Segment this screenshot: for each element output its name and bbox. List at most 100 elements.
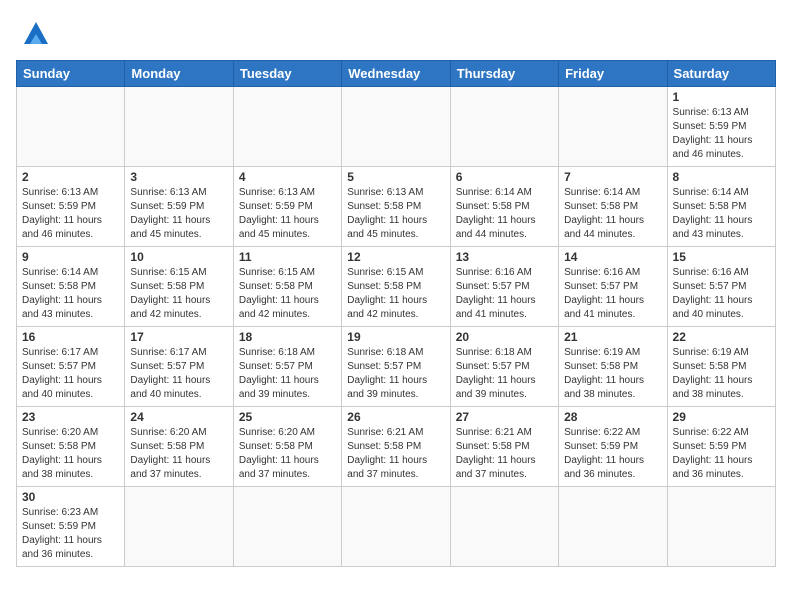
calendar-cell: 8 Sunrise: 6:14 AM Sunset: 5:58 PM Daylig… — [667, 167, 775, 247]
calendar-cell: 9 Sunrise: 6:14 AM Sunset: 5:58 PM Daylig… — [17, 247, 125, 327]
cell-sun-info: Sunrise: 6:14 AM Sunset: 5:58 PM Dayligh… — [456, 186, 553, 242]
calendar-week-row: 16 Sunrise: 6:17 AM Sunset: 5:57 PM Dayli… — [17, 327, 776, 407]
calendar-cell: 22 Sunrise: 6:19 AM Sunset: 5:58 PM Dayli… — [667, 327, 775, 407]
day-number: 19 — [347, 330, 444, 344]
calendar-cell — [559, 87, 667, 167]
day-number: 9 — [22, 250, 119, 264]
calendar-cell: 7Sunrise: 6:14 AM Sunset: 5:58 PM Daylig… — [559, 167, 667, 247]
cell-sun-info: Sunrise: 6:14 AM Sunset: 5:58 PM Dayligh… — [673, 186, 770, 242]
calendar-cell: 12 Sunrise: 6:15 AM Sunset: 5:58 PM Dayli… — [342, 247, 450, 327]
day-number: 25 — [239, 410, 336, 424]
calendar-cell — [233, 487, 341, 567]
calendar-cell: 13 Sunrise: 6:16 AM Sunset: 5:57 PM Dayli… — [450, 247, 558, 327]
cell-sun-info: Sunrise: 6:20 AM Sunset: 5:58 PM Dayligh… — [22, 426, 119, 482]
weekday-header-friday: Friday — [559, 61, 667, 87]
cell-sun-info: Sunrise: 6:17 AM Sunset: 5:57 PM Dayligh… — [22, 346, 119, 402]
calendar-cell: 3 Sunrise: 6:13 AM Sunset: 5:59 PM Daylig… — [125, 167, 233, 247]
calendar-week-row: 9 Sunrise: 6:14 AM Sunset: 5:58 PM Daylig… — [17, 247, 776, 327]
calendar-cell: 18 Sunrise: 6:18 AM Sunset: 5:57 PM Dayli… — [233, 327, 341, 407]
calendar-cell: 27 Sunrise: 6:21 AM Sunset: 5:58 PM Dayli… — [450, 407, 558, 487]
day-number: 10 — [130, 250, 227, 264]
cell-sun-info: Sunrise: 6:21 AM Sunset: 5:58 PM Dayligh… — [347, 426, 444, 482]
calendar-week-row: 23Sunrise: 6:20 AM Sunset: 5:58 PM Dayli… — [17, 407, 776, 487]
day-number: 15 — [673, 250, 770, 264]
day-number: 21 — [564, 330, 661, 344]
calendar-cell: 4 Sunrise: 6:13 AM Sunset: 5:59 PM Daylig… — [233, 167, 341, 247]
calendar-cell: 17Sunrise: 6:17 AM Sunset: 5:57 PM Dayli… — [125, 327, 233, 407]
logo — [16, 16, 52, 48]
day-number: 18 — [239, 330, 336, 344]
calendar-cell: 30Sunrise: 6:23 AM Sunset: 5:59 PM Dayli… — [17, 487, 125, 567]
calendar-cell — [125, 87, 233, 167]
cell-sun-info: Sunrise: 6:15 AM Sunset: 5:58 PM Dayligh… — [239, 266, 336, 322]
cell-sun-info: Sunrise: 6:13 AM Sunset: 5:59 PM Dayligh… — [239, 186, 336, 242]
page-header — [16, 16, 776, 48]
day-number: 24 — [130, 410, 227, 424]
cell-sun-info: Sunrise: 6:19 AM Sunset: 5:58 PM Dayligh… — [673, 346, 770, 402]
calendar-cell: 26 Sunrise: 6:21 AM Sunset: 5:58 PM Dayli… — [342, 407, 450, 487]
cell-sun-info: Sunrise: 6:15 AM Sunset: 5:58 PM Dayligh… — [347, 266, 444, 322]
cell-sun-info: Sunrise: 6:18 AM Sunset: 5:57 PM Dayligh… — [239, 346, 336, 402]
cell-sun-info: Sunrise: 6:21 AM Sunset: 5:58 PM Dayligh… — [456, 426, 553, 482]
cell-sun-info: Sunrise: 6:22 AM Sunset: 5:59 PM Dayligh… — [673, 426, 770, 482]
calendar-cell: 23Sunrise: 6:20 AM Sunset: 5:58 PM Dayli… — [17, 407, 125, 487]
day-number: 1 — [673, 90, 770, 104]
day-number: 4 — [239, 170, 336, 184]
calendar-cell: 29Sunrise: 6:22 AM Sunset: 5:59 PM Dayli… — [667, 407, 775, 487]
calendar-cell: 24 Sunrise: 6:20 AM Sunset: 5:58 PM Dayli… — [125, 407, 233, 487]
cell-sun-info: Sunrise: 6:16 AM Sunset: 5:57 PM Dayligh… — [456, 266, 553, 322]
calendar-cell — [450, 87, 558, 167]
calendar-cell: 20Sunrise: 6:18 AM Sunset: 5:57 PM Dayli… — [450, 327, 558, 407]
calendar-cell: 6 Sunrise: 6:14 AM Sunset: 5:58 PM Daylig… — [450, 167, 558, 247]
day-number: 16 — [22, 330, 119, 344]
day-number: 6 — [456, 170, 553, 184]
weekday-header-thursday: Thursday — [450, 61, 558, 87]
calendar-table: SundayMondayTuesdayWednesdayThursdayFrid… — [16, 60, 776, 567]
weekday-header-tuesday: Tuesday — [233, 61, 341, 87]
day-number: 22 — [673, 330, 770, 344]
calendar-cell: 28Sunrise: 6:22 AM Sunset: 5:59 PM Dayli… — [559, 407, 667, 487]
weekday-header-row: SundayMondayTuesdayWednesdayThursdayFrid… — [17, 61, 776, 87]
cell-sun-info: Sunrise: 6:13 AM Sunset: 5:59 PM Dayligh… — [673, 106, 770, 162]
cell-sun-info: Sunrise: 6:18 AM Sunset: 5:57 PM Dayligh… — [347, 346, 444, 402]
calendar-cell — [559, 487, 667, 567]
cell-sun-info: Sunrise: 6:13 AM Sunset: 5:59 PM Dayligh… — [130, 186, 227, 242]
day-number: 13 — [456, 250, 553, 264]
day-number: 3 — [130, 170, 227, 184]
calendar-cell: 15 Sunrise: 6:16 AM Sunset: 5:57 PM Dayli… — [667, 247, 775, 327]
calendar-cell: 19 Sunrise: 6:18 AM Sunset: 5:57 PM Dayli… — [342, 327, 450, 407]
day-number: 8 — [673, 170, 770, 184]
cell-sun-info: Sunrise: 6:15 AM Sunset: 5:58 PM Dayligh… — [130, 266, 227, 322]
cell-sun-info: Sunrise: 6:16 AM Sunset: 5:57 PM Dayligh… — [673, 266, 770, 322]
weekday-header-wednesday: Wednesday — [342, 61, 450, 87]
calendar-cell: 2Sunrise: 6:13 AM Sunset: 5:59 PM Daylig… — [17, 167, 125, 247]
cell-sun-info: Sunrise: 6:19 AM Sunset: 5:58 PM Dayligh… — [564, 346, 661, 402]
day-number: 26 — [347, 410, 444, 424]
calendar-cell: 21 Sunrise: 6:19 AM Sunset: 5:58 PM Dayli… — [559, 327, 667, 407]
cell-sun-info: Sunrise: 6:18 AM Sunset: 5:57 PM Dayligh… — [456, 346, 553, 402]
calendar-cell: 11 Sunrise: 6:15 AM Sunset: 5:58 PM Dayli… — [233, 247, 341, 327]
weekday-header-monday: Monday — [125, 61, 233, 87]
calendar-cell: 1 Sunrise: 6:13 AM Sunset: 5:59 PM Daylig… — [667, 87, 775, 167]
cell-sun-info: Sunrise: 6:23 AM Sunset: 5:59 PM Dayligh… — [22, 506, 119, 562]
calendar-cell: 14Sunrise: 6:16 AM Sunset: 5:57 PM Dayli… — [559, 247, 667, 327]
calendar-week-row: 30Sunrise: 6:23 AM Sunset: 5:59 PM Dayli… — [17, 487, 776, 567]
cell-sun-info: Sunrise: 6:20 AM Sunset: 5:58 PM Dayligh… — [130, 426, 227, 482]
calendar-cell: 10 Sunrise: 6:15 AM Sunset: 5:58 PM Dayli… — [125, 247, 233, 327]
day-number: 5 — [347, 170, 444, 184]
day-number: 14 — [564, 250, 661, 264]
day-number: 12 — [347, 250, 444, 264]
calendar-cell — [342, 87, 450, 167]
logo-icon — [20, 16, 52, 48]
day-number: 27 — [456, 410, 553, 424]
calendar-cell — [125, 487, 233, 567]
cell-sun-info: Sunrise: 6:13 AM Sunset: 5:59 PM Dayligh… — [22, 186, 119, 242]
day-number: 17 — [130, 330, 227, 344]
cell-sun-info: Sunrise: 6:14 AM Sunset: 5:58 PM Dayligh… — [22, 266, 119, 322]
day-number: 11 — [239, 250, 336, 264]
cell-sun-info: Sunrise: 6:13 AM Sunset: 5:58 PM Dayligh… — [347, 186, 444, 242]
calendar-cell — [233, 87, 341, 167]
weekday-header-saturday: Saturday — [667, 61, 775, 87]
calendar-cell — [450, 487, 558, 567]
day-number: 28 — [564, 410, 661, 424]
